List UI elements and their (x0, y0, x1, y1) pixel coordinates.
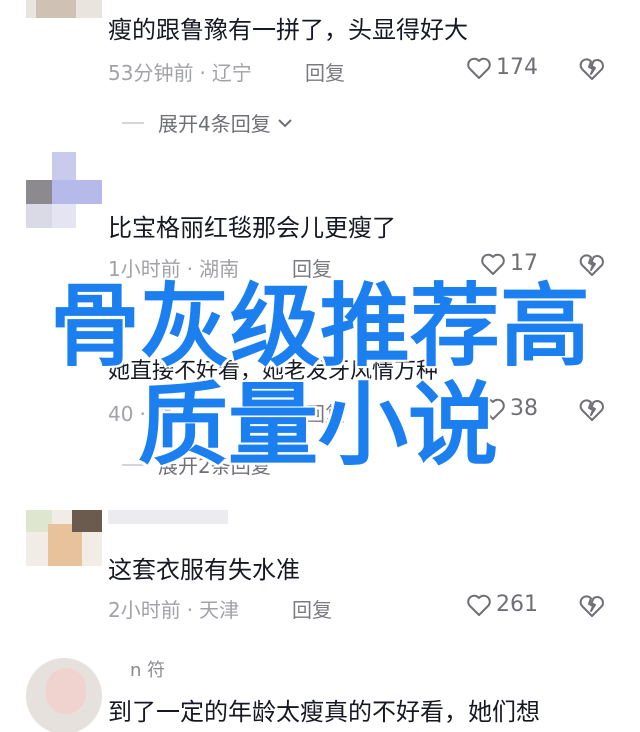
comment-meta: 53分钟前 · 辽宁 (108, 61, 252, 85)
comment-time: 53分钟前 (108, 61, 194, 85)
reply-button[interactable]: 回复 (305, 57, 345, 86)
username[interactable]: n 符 (130, 656, 165, 682)
avatar[interactable] (26, 0, 102, 18)
broken-heart-icon[interactable] (578, 593, 606, 619)
reply-button[interactable]: 回复 (292, 594, 332, 623)
comment-meta: 2小时前 · 天津 (108, 598, 240, 622)
like-count: 261 (496, 592, 538, 617)
comment-text: 瘦的跟鲁豫有一拼了，头显得好大 (108, 16, 468, 44)
like-count: 174 (496, 55, 538, 80)
comment-location: 辽宁 (211, 61, 252, 85)
comment-text: 到了一定的年龄太瘦真的不好看，她们想 (108, 698, 540, 726)
heart-outline-icon (481, 253, 505, 275)
like-count: 17 (510, 251, 538, 276)
heart-outline-icon (467, 594, 491, 616)
comment-location: 天津 (199, 598, 240, 622)
comment-text: 比宝格丽红毯那会儿更瘦了 (108, 214, 396, 242)
username-blurred (108, 510, 228, 524)
chevron-down-icon (278, 118, 292, 127)
comment-text: 这套衣服有失水准 (108, 556, 300, 584)
expand-replies-button[interactable]: 展开4条回复 (122, 108, 293, 137)
expand-label: 展开4条回复 (158, 112, 271, 136)
avatar[interactable] (26, 658, 102, 732)
avatar[interactable] (26, 510, 102, 566)
like-button[interactable]: 174 (466, 55, 538, 80)
divider-line (122, 121, 144, 124)
overlay-promo-line-1: 骨灰级推荐高 (50, 274, 590, 379)
avatar[interactable] (26, 152, 102, 228)
broken-heart-icon[interactable] (578, 56, 606, 82)
overlay-promo-line-2: 质量小说 (138, 373, 498, 478)
comment-time: 2小时前 (108, 598, 181, 622)
heart-outline-icon (467, 57, 491, 79)
like-button[interactable]: 17 (480, 251, 538, 276)
like-button[interactable]: 261 (466, 592, 538, 617)
